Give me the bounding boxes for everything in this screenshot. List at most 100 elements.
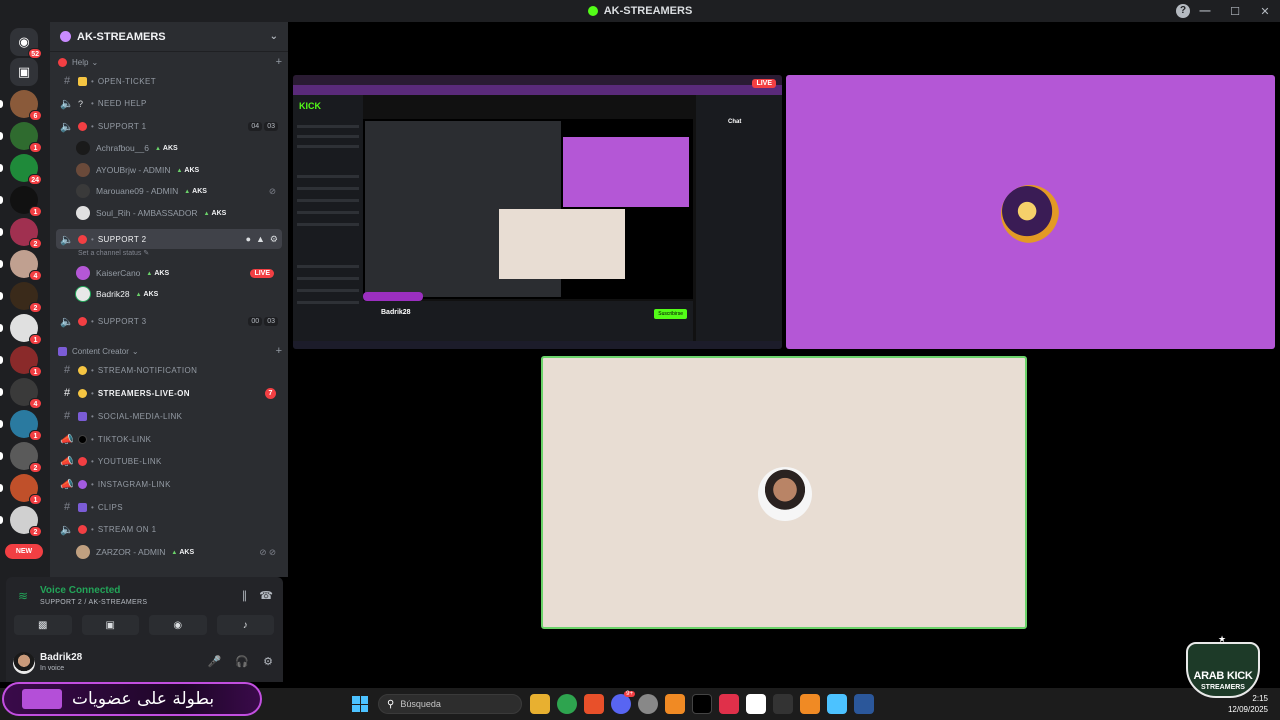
screen-share-tile[interactable]: LIVE KICK Badrik28 Suscribirse Chat xyxy=(293,75,782,349)
taskbar-search[interactable]: ⚲ Búsqueda xyxy=(378,694,522,714)
server-icon[interactable]: 1 xyxy=(0,314,42,345)
no-entry-icon xyxy=(58,57,67,67)
channel-stream-notification[interactable]: # • STREAM-NOTIFICATION xyxy=(56,360,282,380)
channel-status[interactable]: Set a channel status ✎ xyxy=(78,249,149,257)
channel-streamers-live-on[interactable]: # • STREAMERS-LIVE-ON 7 xyxy=(56,383,282,403)
soundboard-button[interactable]: ♪ xyxy=(216,615,274,635)
disconnect-icon[interactable]: ☎ xyxy=(259,589,273,602)
server-icon[interactable]: 2 xyxy=(0,282,42,313)
participant-tile-badrik28[interactable] xyxy=(541,356,1027,629)
channel-open-ticket[interactable]: # • OPEN-TICKET xyxy=(56,71,282,91)
voice-user[interactable]: AYOUBrjw - ADMIN AKS xyxy=(76,160,282,180)
user-panel: Badrik28 In voice 🎤 🎧 ⚙ xyxy=(6,642,283,682)
server-icon[interactable]: 4 xyxy=(0,250,42,281)
server-badge: 1 xyxy=(29,142,42,153)
noise-suppression-icon[interactable]: ∥ xyxy=(242,589,248,602)
capcut-icon[interactable] xyxy=(746,694,766,714)
channel-support-3[interactable]: 🔈 • SUPPORT 3 00 03 xyxy=(56,311,282,331)
server-icon[interactable]: 1 xyxy=(0,186,42,217)
unread-pill xyxy=(0,164,3,172)
voice-user[interactable]: Achrafbou__6 AKS xyxy=(76,138,282,158)
channel-stream-on-1[interactable]: 🔈 • STREAM ON 1 xyxy=(56,519,282,539)
tiktok-live-icon[interactable] xyxy=(719,694,739,714)
nested-tile xyxy=(563,137,689,207)
voice-channel-path[interactable]: SUPPORT 2 / AK-STREAMERS xyxy=(40,599,147,606)
camera-button[interactable]: ▩ xyxy=(14,615,72,635)
avatar xyxy=(76,287,90,301)
voice-status-title[interactable]: Voice Connected xyxy=(40,585,120,596)
voice-user[interactable]: Soul_Rih - AMBASSADOR AKS xyxy=(76,203,282,223)
obs-icon[interactable] xyxy=(638,694,658,714)
add-channel-icon[interactable]: + xyxy=(276,56,282,68)
home-button[interactable]: ◉ 52 xyxy=(10,28,42,59)
count-current: 00 xyxy=(248,316,263,326)
avatar[interactable] xyxy=(13,652,35,674)
voice-user[interactable]: KaiserCano AKS LIVE xyxy=(76,263,282,283)
microphone-icon[interactable]: 🎤 xyxy=(208,655,222,668)
channel-social-media-link[interactable]: # • SOCIAL-MEDIA-LINK xyxy=(56,406,282,426)
server-tag: AKS xyxy=(146,270,169,277)
category-help[interactable]: Help ⌄ + xyxy=(58,54,282,70)
minimize-button[interactable]: — xyxy=(1190,5,1220,17)
invite-icon[interactable]: ▲ xyxy=(256,234,265,245)
channel-label: SUPPORT 1 xyxy=(97,121,147,131)
kick-logo: KICK xyxy=(299,101,321,111)
channel-tiktok-link[interactable]: 📣 • TIKTOK-LINK xyxy=(56,429,282,449)
vlc-icon[interactable] xyxy=(800,694,820,714)
new-badge[interactable]: NEW xyxy=(5,544,43,559)
file-explorer-icon[interactable] xyxy=(530,694,550,714)
banner-text: بطولة على عضويات xyxy=(72,689,215,709)
channel-clips[interactable]: # • CLIPS xyxy=(56,497,282,517)
chrome-icon[interactable] xyxy=(557,694,577,714)
voice-user[interactable]: Badrik28 AKS xyxy=(76,284,282,304)
server-icon[interactable]: 1 xyxy=(0,410,42,441)
voice-user[interactable]: Marouane09 - ADMIN AKS ⊘ xyxy=(76,181,282,201)
add-channel-icon[interactable]: + xyxy=(276,345,282,357)
inbox-button[interactable]: ▣ xyxy=(10,58,38,86)
sidebar-row xyxy=(297,135,359,138)
server-icon[interactable]: 1 xyxy=(0,122,42,153)
voice-user[interactable]: ZARZOR - ADMIN AKS ⊘ ⊘ xyxy=(76,542,282,562)
help-icon[interactable]: ? xyxy=(1176,4,1190,18)
avatar xyxy=(1001,185,1059,243)
user-name[interactable]: Badrik28 xyxy=(40,652,82,663)
unread-pill xyxy=(0,100,3,108)
channel-support-1[interactable]: 🔈 • SUPPORT 1 04 03 xyxy=(56,116,282,136)
word-icon[interactable] xyxy=(854,694,874,714)
server-icon[interactable]: 1 xyxy=(0,346,42,377)
terminal-icon[interactable] xyxy=(773,694,793,714)
channel-instagram-link[interactable]: 📣 • INSTAGRAM-LINK xyxy=(56,474,282,494)
discord-icon[interactable]: 9+ xyxy=(611,691,635,714)
count-current: 04 xyxy=(248,121,263,131)
server-icon[interactable]: 4 xyxy=(0,378,42,409)
activities-button[interactable]: ◉ xyxy=(149,615,207,635)
start-button[interactable] xyxy=(352,696,368,712)
participant-tile-kaisercano[interactable] xyxy=(786,75,1275,349)
gear-icon[interactable]: ⚙ xyxy=(270,234,278,245)
server-icon[interactable]: 2 xyxy=(0,506,42,537)
chat-icon[interactable]: ● xyxy=(246,234,251,245)
tiktok-icon[interactable] xyxy=(692,694,712,714)
server-icon[interactable]: 6 xyxy=(0,90,42,121)
brave-icon[interactable] xyxy=(584,694,604,714)
server-icon[interactable]: 2 xyxy=(0,218,42,249)
server-tag: AKS xyxy=(136,291,159,298)
streamlabs-icon[interactable] xyxy=(827,694,847,714)
app-icon[interactable] xyxy=(665,694,685,714)
category-content-creator[interactable]: Content Creator ⌄ + xyxy=(58,343,282,359)
maximize-button[interactable]: ☐ xyxy=(1220,5,1250,18)
channel-support-2[interactable]: 🔈 • SUPPORT 2 ● ▲ ⚙ xyxy=(56,229,282,249)
close-button[interactable]: ✕ xyxy=(1250,5,1280,18)
clapper-icon xyxy=(58,346,67,356)
server-icon[interactable]: 2 xyxy=(0,442,42,473)
channel-youtube-link[interactable]: 📣 • YOUTUBE-LINK xyxy=(56,451,282,471)
server-icon[interactable]: 1 xyxy=(0,474,42,505)
server-icon[interactable]: 24 xyxy=(0,154,42,185)
screen-share-button[interactable]: ▣ xyxy=(81,615,139,635)
guild-header[interactable]: AK-STREAMERS ⌄ xyxy=(50,22,288,52)
guild-icon xyxy=(60,31,71,42)
channel-need-help[interactable]: 🔈 ? • NEED HELP xyxy=(56,93,282,113)
headphones-icon[interactable]: 🎧 xyxy=(235,655,249,668)
gear-icon[interactable]: ⚙ xyxy=(263,655,273,668)
dot-icon: • xyxy=(91,524,94,534)
